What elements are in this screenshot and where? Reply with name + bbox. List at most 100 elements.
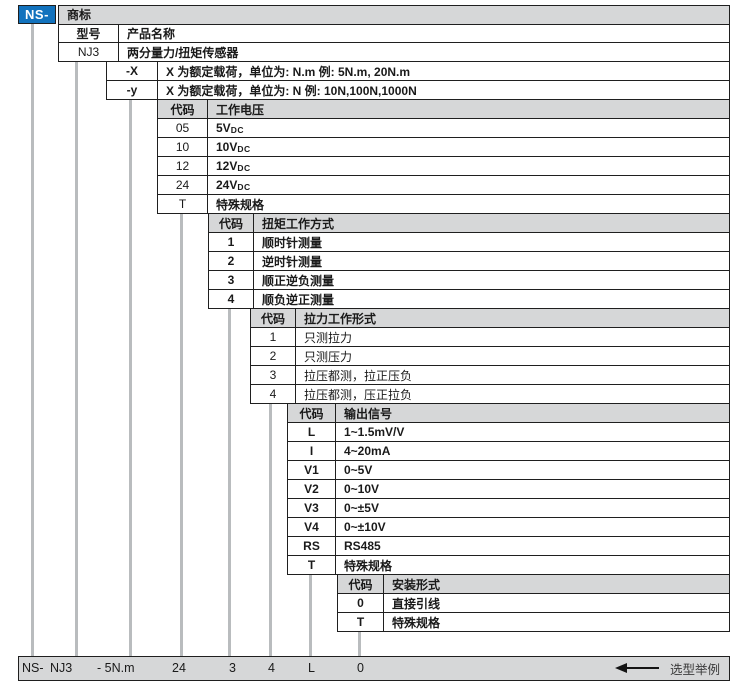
output-desc: RS485 bbox=[336, 537, 729, 555]
voltage-code: 10 bbox=[158, 138, 208, 156]
connector-line-model bbox=[75, 62, 78, 656]
brand-prefix-badge: NS- bbox=[18, 5, 56, 24]
torque-header-row: 代码 扭矩工作方式 bbox=[209, 214, 729, 232]
output-code: V2 bbox=[288, 480, 336, 498]
mounting-code: 0 bbox=[338, 594, 384, 612]
output-header-code: 代码 bbox=[288, 404, 336, 422]
table-row: -X X 为额定载荷，单位为: N.m 例: 5N.m, 20N.m bbox=[107, 62, 729, 80]
table-row: 4 拉压都测，压正拉负 bbox=[251, 384, 729, 403]
torque-desc: 顺正逆负测量 bbox=[254, 271, 729, 289]
mounting-header-row: 代码 安装形式 bbox=[338, 575, 729, 593]
tension-header-code: 代码 bbox=[251, 309, 296, 327]
output-signal-table: 代码 输出信号 L 1~1.5mV/V I 4~20mA V1 0~5V V2 … bbox=[287, 404, 730, 575]
torque-header-desc: 扭矩工作方式 bbox=[254, 214, 729, 232]
torque-desc: 顺负逆正测量 bbox=[254, 290, 729, 308]
table-row: 2 只测压力 bbox=[251, 346, 729, 365]
connector-line-prefix bbox=[31, 24, 34, 656]
mounting-header-desc: 安装形式 bbox=[384, 575, 729, 593]
table-row: 1 顺时针测量 bbox=[209, 232, 729, 251]
voltage-code: 12 bbox=[158, 157, 208, 175]
connector-line-mounting bbox=[358, 632, 361, 656]
output-code: V4 bbox=[288, 518, 336, 536]
torque-code: 2 bbox=[209, 252, 254, 270]
output-code: L bbox=[288, 423, 336, 441]
voltage-value: 5V bbox=[216, 121, 231, 135]
output-header-desc: 输出信号 bbox=[336, 404, 729, 422]
mounting-code: T bbox=[338, 613, 384, 631]
torque-mode-table: 代码 扭矩工作方式 1 顺时针测量 2 逆时针测量 3 顺正逆负测量 4 顺负逆… bbox=[208, 214, 730, 309]
tension-code: 1 bbox=[251, 328, 296, 346]
output-desc: 0~5V bbox=[336, 461, 729, 479]
table-row: V3 0~±5V bbox=[288, 498, 729, 517]
voltage-unit-sub: DC bbox=[237, 160, 250, 173]
output-code: T bbox=[288, 556, 336, 574]
example-item-model: NJ3 bbox=[50, 657, 72, 679]
output-header-row: 代码 输出信号 bbox=[288, 404, 729, 422]
brand-prefix-label: NS- bbox=[25, 7, 49, 22]
example-label: 选型举例 bbox=[670, 657, 720, 679]
voltage-value: 12V bbox=[216, 159, 237, 173]
voltage-table: 代码 工作电压 05 5VDC 10 10VDC 12 12VDC 24 24V… bbox=[157, 100, 730, 214]
table-row: 0 直接引线 bbox=[338, 593, 729, 612]
connector-line-voltage bbox=[180, 214, 183, 656]
rated-load-table: -X X 为额定载荷，单位为: N.m 例: 5N.m, 20N.m -y X … bbox=[106, 62, 730, 100]
example-item-load: - 5N.m bbox=[97, 657, 135, 679]
table-row: V2 0~10V bbox=[288, 479, 729, 498]
load-desc-y: X 为额定载荷，单位为: N 例: 10N,100N,1000N bbox=[158, 81, 729, 99]
model-desc: 两分量力/扭矩传感器 bbox=[119, 43, 729, 61]
voltage-unit-sub: DC bbox=[231, 122, 244, 135]
voltage-unit-sub: DC bbox=[237, 179, 250, 192]
output-desc: 4~20mA bbox=[336, 442, 729, 460]
table-row: T 特殊规格 bbox=[158, 194, 729, 213]
voltage-desc: 5VDC bbox=[208, 119, 729, 137]
load-code-y: -y bbox=[107, 81, 158, 99]
table-row: 1 只测拉力 bbox=[251, 327, 729, 346]
voltage-value: 特殊规格 bbox=[216, 196, 264, 213]
tension-mode-table: 代码 拉力工作形式 1 只测拉力 2 只测压力 3 拉压都测，拉正压负 4 拉压… bbox=[250, 309, 730, 404]
connector-line-tension bbox=[269, 404, 272, 656]
model-header-desc: 产品名称 bbox=[119, 25, 729, 43]
connector-line-output bbox=[309, 575, 312, 656]
output-desc: 0~±5V bbox=[336, 499, 729, 517]
voltage-header-code: 代码 bbox=[158, 100, 208, 118]
torque-code: 1 bbox=[209, 233, 254, 251]
output-desc: 特殊规格 bbox=[336, 556, 729, 574]
table-row: 12 12VDC bbox=[158, 156, 729, 175]
tension-header-desc: 拉力工作形式 bbox=[296, 309, 729, 327]
example-item-tension: 4 bbox=[268, 657, 275, 679]
example-item-prefix: NS- bbox=[22, 657, 44, 679]
voltage-code: 24 bbox=[158, 176, 208, 194]
torque-desc: 逆时针测量 bbox=[254, 252, 729, 270]
model-row: NJ3 两分量力/扭矩传感器 bbox=[59, 42, 729, 61]
tension-header-row: 代码 拉力工作形式 bbox=[251, 309, 729, 327]
output-code: V1 bbox=[288, 461, 336, 479]
table-row: RS RS485 bbox=[288, 536, 729, 555]
left-arrow-icon bbox=[615, 657, 659, 679]
tension-desc: 只测压力 bbox=[296, 347, 729, 365]
voltage-desc: 24VDC bbox=[208, 176, 729, 194]
voltage-header-row: 代码 工作电压 bbox=[158, 100, 729, 118]
table-row: T 特殊规格 bbox=[338, 612, 729, 631]
voltage-code: 05 bbox=[158, 119, 208, 137]
tension-desc: 拉压都测，拉正压负 bbox=[296, 366, 729, 384]
tension-code: 4 bbox=[251, 385, 296, 403]
torque-code: 4 bbox=[209, 290, 254, 308]
torque-desc: 顺时针测量 bbox=[254, 233, 729, 251]
output-desc: 0~±10V bbox=[336, 518, 729, 536]
example-item-output: L bbox=[308, 657, 315, 679]
table-row: I 4~20mA bbox=[288, 441, 729, 460]
table-row: 05 5VDC bbox=[158, 118, 729, 137]
voltage-header-desc: 工作电压 bbox=[208, 100, 729, 118]
torque-header-code: 代码 bbox=[209, 214, 254, 232]
mounting-desc: 特殊规格 bbox=[384, 613, 729, 631]
model-header-code: 型号 bbox=[59, 25, 119, 43]
table-row: V1 0~5V bbox=[288, 460, 729, 479]
torque-code: 3 bbox=[209, 271, 254, 289]
brand-model-table: 商标 型号 产品名称 NJ3 两分量力/扭矩传感器 bbox=[58, 5, 730, 62]
model-code: NJ3 bbox=[59, 43, 119, 61]
tension-desc: 只测拉力 bbox=[296, 328, 729, 346]
table-row: -y X 为额定载荷，单位为: N 例: 10N,100N,1000N bbox=[107, 80, 729, 99]
mounting-desc: 直接引线 bbox=[384, 594, 729, 612]
mounting-header-code: 代码 bbox=[338, 575, 384, 593]
tension-desc: 拉压都测，压正拉负 bbox=[296, 385, 729, 403]
